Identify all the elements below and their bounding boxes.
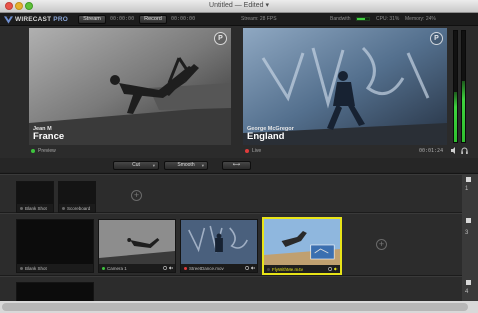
stream-time: 00:00:00	[110, 16, 135, 22]
smooth-transition-label: Smooth	[177, 162, 195, 168]
shot-live-dot	[102, 266, 105, 270]
cut-transition-button[interactable]: Cut ▾	[113, 161, 159, 170]
shot-label: Scoreboard	[67, 205, 91, 211]
shot-thumbnail	[17, 182, 53, 206]
swap-arrows-icon: ⟷	[232, 162, 241, 168]
shot-caption: FlyWithMe.m4v	[264, 265, 340, 273]
shot-label: Blank Shot	[25, 265, 47, 271]
live-status-dot	[245, 149, 249, 153]
shot-label: FlyWithMe.m4v	[272, 266, 304, 272]
shot-caption: Scoreboard	[59, 204, 95, 212]
monitor-area: P Jean M France Preview P George McGrego…	[0, 26, 478, 172]
preview-badge-icon: P	[214, 32, 227, 45]
record-button[interactable]: Record	[139, 15, 167, 24]
headphones-icon[interactable]	[461, 147, 468, 154]
shot-caption: Blank Shot	[17, 204, 53, 212]
swap-button[interactable]: ⟷	[222, 161, 251, 170]
cut-dropdown-chevron-icon: ▾	[152, 163, 155, 168]
shot-status-dot	[62, 206, 65, 210]
toolbar: WIRECAST PRO Stream 00:00:00 Record 00:0…	[0, 13, 478, 26]
app-edition: PRO	[53, 16, 68, 23]
window-title: Untitled — Edited ▾	[209, 2, 269, 9]
bandwidth-label: Bandwith	[330, 16, 351, 22]
shot-blank-2[interactable]: Blank Shot	[16, 219, 94, 273]
stream-button[interactable]: Stream	[78, 15, 106, 24]
audio-meter-right	[461, 30, 466, 143]
layer-number-4: 4	[465, 289, 469, 295]
mute-icon[interactable]	[169, 266, 173, 270]
gear-icon[interactable]	[328, 267, 332, 271]
speaker-icon[interactable]	[334, 267, 338, 271]
live-lower-third: George McGregor England	[247, 126, 294, 142]
layer-number-3: 3	[465, 230, 469, 236]
layer-visibility-toggle[interactable]	[466, 177, 471, 182]
layer-number-1: 1	[465, 186, 469, 192]
app-logo: WIRECAST PRO	[4, 15, 68, 24]
shot-layers: Blank Shot Scoreboard + 1 Blank Shot Cam…	[0, 173, 478, 313]
preview-monitor[interactable]: P Jean M France	[29, 28, 231, 145]
mute-icon[interactable]	[251, 266, 255, 270]
shot-thumbnail	[59, 182, 95, 206]
record-time: 00:00:00	[171, 16, 196, 22]
live-timecode: 00:01:24	[419, 148, 444, 154]
audio-meter-left	[453, 30, 458, 143]
cpu-usage: CPU: 31%	[376, 16, 400, 22]
shot-thumbnail	[264, 219, 340, 267]
preview-place: France	[33, 131, 65, 142]
layer-row-4	[0, 277, 462, 304]
shot-status-dot	[267, 267, 270, 271]
layer-visibility-toggle[interactable]	[466, 218, 471, 223]
live-status-label: Live	[252, 148, 262, 154]
cut-transition-label: Cut	[132, 162, 140, 168]
preview-status-dot	[31, 149, 35, 153]
shot-thumbnail	[181, 220, 257, 266]
gear-icon[interactable]	[245, 266, 249, 270]
shot-caption: Camera 1	[99, 264, 175, 272]
audio-meter-left-fill	[454, 92, 457, 142]
app-name: WIRECAST	[15, 16, 52, 23]
layer-row-3: Blank Shot Camera 1 StreetDance.mov FlyW…	[0, 214, 462, 276]
wirecast-logo-icon	[4, 15, 13, 24]
bandwidth-meter	[356, 17, 370, 21]
shot-caption: StreetDance.mov	[181, 264, 257, 272]
live-place: England	[247, 131, 285, 142]
audio-meter-right-fill	[462, 80, 465, 142]
shot-scoreboard[interactable]: Scoreboard	[58, 181, 96, 213]
add-shot-button[interactable]: +	[376, 239, 387, 250]
preview-status: Preview	[31, 147, 56, 155]
stream-fps: Stream: 28 FPS	[241, 16, 277, 22]
shot-label: Camera 1	[107, 265, 127, 271]
shot-streetdance[interactable]: StreetDance.mov	[180, 219, 258, 273]
live-status: Live	[245, 147, 261, 155]
volume-icon[interactable]	[451, 147, 457, 154]
smooth-transition-button[interactable]: Smooth ▾	[164, 161, 208, 170]
add-shot-button[interactable]: +	[131, 190, 142, 201]
title-bar: Untitled — Edited ▾	[0, 0, 478, 13]
shot-live-dot	[184, 266, 187, 270]
smooth-dropdown-chevron-icon: ▾	[201, 163, 204, 168]
layer-row-1: Blank Shot Scoreboard +	[0, 175, 462, 213]
gear-icon[interactable]	[163, 266, 167, 270]
shot-flywithme[interactable]: FlyWithMe.m4v	[262, 217, 342, 275]
shot-status-dot	[20, 266, 23, 270]
shot-status-dot	[20, 206, 23, 210]
preview-lower-third: Jean M France	[33, 126, 64, 142]
memory-usage: Memory: 24%	[405, 16, 436, 22]
shot-blank-1[interactable]: Blank Shot	[16, 181, 54, 213]
shot-camera-1[interactable]: Camera 1	[98, 219, 176, 273]
live-monitor[interactable]: P George McGregor England	[243, 28, 447, 145]
live-badge-icon: P	[430, 32, 443, 45]
shot-caption: Blank Shot	[17, 264, 93, 272]
shot-label: Blank Shot	[25, 205, 47, 211]
shot-label: StreetDance.mov	[189, 265, 224, 271]
bandwidth-meter-fill	[357, 18, 366, 20]
shot-thumbnail	[99, 220, 175, 266]
transition-controls: Cut ▾ Smooth ▾ ⟷	[0, 158, 478, 172]
scrollbar-thumb[interactable]	[2, 303, 468, 311]
shot-thumbnail	[17, 220, 93, 266]
layer-visibility-toggle[interactable]	[466, 280, 471, 285]
preview-status-label: Preview	[38, 148, 56, 154]
